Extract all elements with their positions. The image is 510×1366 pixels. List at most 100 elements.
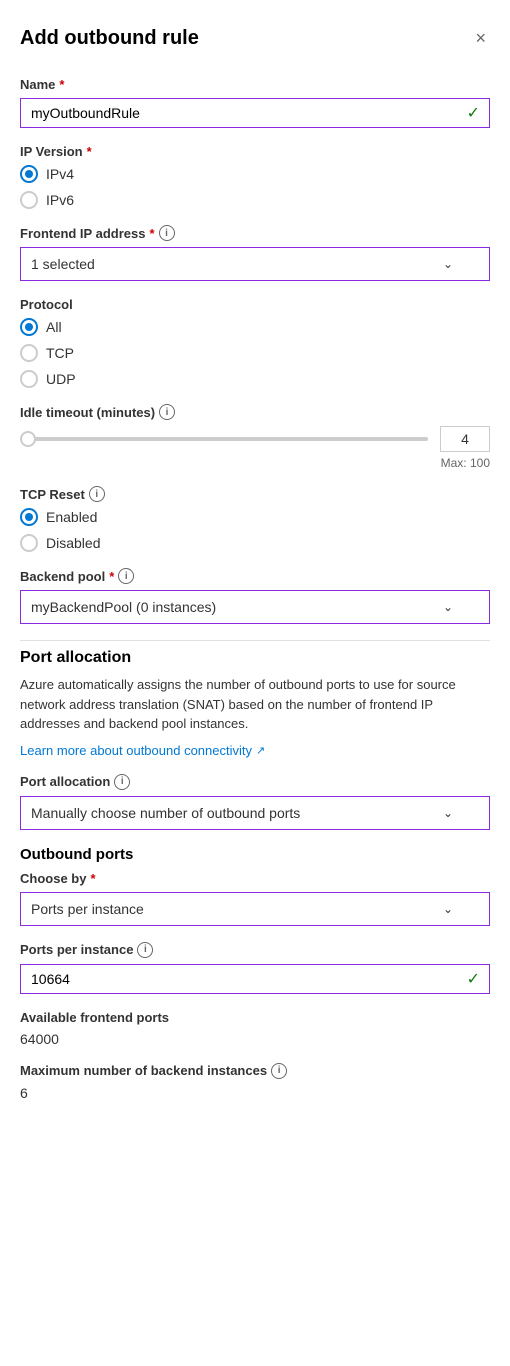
port-allocation-value: Manually choose number of outbound ports	[31, 805, 300, 821]
frontend-ip-chevron-icon: ⌄	[443, 257, 453, 271]
protocol-tcp-label: TCP	[46, 345, 74, 361]
external-link-icon: ↗	[256, 744, 265, 757]
port-allocation-field-label: Port allocation i	[20, 774, 490, 790]
tcp-reset-disabled-radio[interactable]	[20, 534, 38, 552]
ports-per-instance-label: Ports per instance i	[20, 942, 490, 958]
frontend-ip-dropdown[interactable]: 1 selected ⌄	[20, 247, 490, 281]
tcp-reset-info-icon[interactable]: i	[89, 486, 105, 502]
close-button[interactable]: ×	[471, 24, 490, 53]
panel-header: Add outbound rule ×	[20, 24, 490, 53]
available-frontend-ports-label: Available frontend ports	[20, 1010, 490, 1025]
port-allocation-section-title: Port allocation	[20, 649, 490, 667]
backend-pool-dropdown-wrapper: myBackendPool (0 instances) ⌄	[20, 590, 490, 624]
section-divider	[20, 640, 490, 641]
ip-version-field-group: IP Version * IPv4 IPv6	[20, 144, 490, 209]
backend-pool-value: myBackendPool (0 instances)	[31, 599, 216, 615]
ip-version-ipv4-radio[interactable]	[20, 165, 38, 183]
ip-version-ipv6-radio[interactable]	[20, 191, 38, 209]
frontend-ip-dropdown-wrapper: 1 selected ⌄	[20, 247, 490, 281]
choose-by-field-group: Choose by * Ports per instance ⌄	[20, 871, 490, 926]
outbound-ports-title: Outbound ports	[20, 846, 490, 863]
protocol-udp-option[interactable]: UDP	[20, 370, 490, 388]
ports-per-instance-check-icon: ✓	[467, 969, 480, 989]
max-backend-instances-label: Maximum number of backend instances i	[20, 1063, 490, 1079]
tcp-reset-field-group: TCP Reset i Enabled Disabled	[20, 486, 490, 552]
add-outbound-rule-panel: Add outbound rule × Name * ✓ IP Version …	[0, 0, 510, 1141]
protocol-radio-group: All TCP UDP	[20, 318, 490, 388]
port-allocation-dropdown-wrapper: Manually choose number of outbound ports…	[20, 796, 490, 830]
idle-timeout-max-label: Max: 100	[20, 456, 490, 470]
max-backend-instances-value: 6	[20, 1085, 490, 1101]
port-allocation-description: Azure automatically assigns the number o…	[20, 675, 490, 734]
ports-per-instance-info-icon[interactable]: i	[137, 942, 153, 958]
port-allocation-info-icon[interactable]: i	[114, 774, 130, 790]
idle-timeout-slider-track[interactable]	[20, 437, 428, 441]
choose-by-chevron-icon: ⌄	[443, 902, 453, 916]
choose-by-dropdown-wrapper: Ports per instance ⌄	[20, 892, 490, 926]
frontend-ip-required-star: *	[149, 226, 154, 241]
ports-per-instance-input[interactable]	[20, 964, 490, 994]
ip-version-ipv6-option[interactable]: IPv6	[20, 191, 490, 209]
tcp-reset-enabled-label: Enabled	[46, 509, 97, 525]
ip-version-ipv4-label: IPv4	[46, 166, 74, 182]
frontend-ip-value: 1 selected	[31, 256, 95, 272]
learn-more-link[interactable]: Learn more about outbound connectivity ↗	[20, 743, 265, 758]
tcp-reset-label: TCP Reset i	[20, 486, 490, 502]
name-label: Name *	[20, 77, 490, 92]
tcp-reset-radio-group: Enabled Disabled	[20, 508, 490, 552]
idle-timeout-field-group: Idle timeout (minutes) i 4 Max: 100	[20, 404, 490, 470]
backend-pool-chevron-icon: ⌄	[443, 600, 453, 614]
protocol-tcp-radio[interactable]	[20, 344, 38, 362]
idle-timeout-slider-thumb[interactable]	[20, 431, 36, 447]
ip-version-required-star: *	[87, 144, 92, 159]
idle-timeout-label: Idle timeout (minutes) i	[20, 404, 490, 420]
ip-version-ipv4-option[interactable]: IPv4	[20, 165, 490, 183]
name-input-wrapper: ✓	[20, 98, 490, 128]
protocol-field-group: Protocol All TCP UDP	[20, 297, 490, 388]
protocol-tcp-option[interactable]: TCP	[20, 344, 490, 362]
backend-pool-label: Backend pool * i	[20, 568, 490, 584]
name-field-group: Name * ✓	[20, 77, 490, 128]
port-allocation-chevron-icon: ⌄	[443, 806, 453, 820]
frontend-ip-field-group: Frontend IP address * i 1 selected ⌄	[20, 225, 490, 281]
name-input[interactable]	[20, 98, 490, 128]
name-required-star: *	[59, 77, 64, 92]
name-check-icon: ✓	[467, 103, 480, 123]
available-frontend-ports-value: 64000	[20, 1031, 490, 1047]
frontend-ip-label: Frontend IP address * i	[20, 225, 490, 241]
protocol-udp-radio[interactable]	[20, 370, 38, 388]
port-allocation-dropdown[interactable]: Manually choose number of outbound ports…	[20, 796, 490, 830]
available-frontend-ports-group: Available frontend ports 64000	[20, 1010, 490, 1047]
idle-timeout-slider-container: 4	[20, 426, 490, 452]
ip-version-ipv6-label: IPv6	[46, 192, 74, 208]
idle-timeout-info-icon[interactable]: i	[159, 404, 175, 420]
protocol-all-radio[interactable]	[20, 318, 38, 336]
frontend-ip-info-icon[interactable]: i	[159, 225, 175, 241]
backend-pool-dropdown[interactable]: myBackendPool (0 instances) ⌄	[20, 590, 490, 624]
backend-pool-field-group: Backend pool * i myBackendPool (0 instan…	[20, 568, 490, 624]
protocol-udp-label: UDP	[46, 371, 76, 387]
choose-by-value: Ports per instance	[31, 901, 144, 917]
protocol-all-label: All	[46, 319, 62, 335]
max-backend-instances-group: Maximum number of backend instances i 6	[20, 1063, 490, 1101]
port-allocation-field-group: Port allocation i Manually choose number…	[20, 774, 490, 830]
choose-by-label: Choose by *	[20, 871, 490, 886]
protocol-all-option[interactable]: All	[20, 318, 490, 336]
ip-version-label: IP Version *	[20, 144, 490, 159]
learn-more-link-text: Learn more about outbound connectivity	[20, 743, 252, 758]
tcp-reset-disabled-option[interactable]: Disabled	[20, 534, 490, 552]
idle-timeout-value-box[interactable]: 4	[440, 426, 490, 452]
tcp-reset-disabled-label: Disabled	[46, 535, 100, 551]
port-allocation-section: Port allocation Azure automatically assi…	[20, 649, 490, 758]
protocol-label: Protocol	[20, 297, 490, 312]
outbound-ports-subsection: Outbound ports Choose by * Ports per ins…	[20, 846, 490, 1101]
max-backend-instances-info-icon[interactable]: i	[271, 1063, 287, 1079]
choose-by-required-star: *	[90, 871, 95, 886]
tcp-reset-enabled-option[interactable]: Enabled	[20, 508, 490, 526]
choose-by-dropdown[interactable]: Ports per instance ⌄	[20, 892, 490, 926]
backend-pool-info-icon[interactable]: i	[118, 568, 134, 584]
ports-per-instance-input-wrapper: ✓	[20, 964, 490, 994]
tcp-reset-enabled-radio[interactable]	[20, 508, 38, 526]
panel-title: Add outbound rule	[20, 27, 199, 50]
backend-pool-required-star: *	[109, 569, 114, 584]
